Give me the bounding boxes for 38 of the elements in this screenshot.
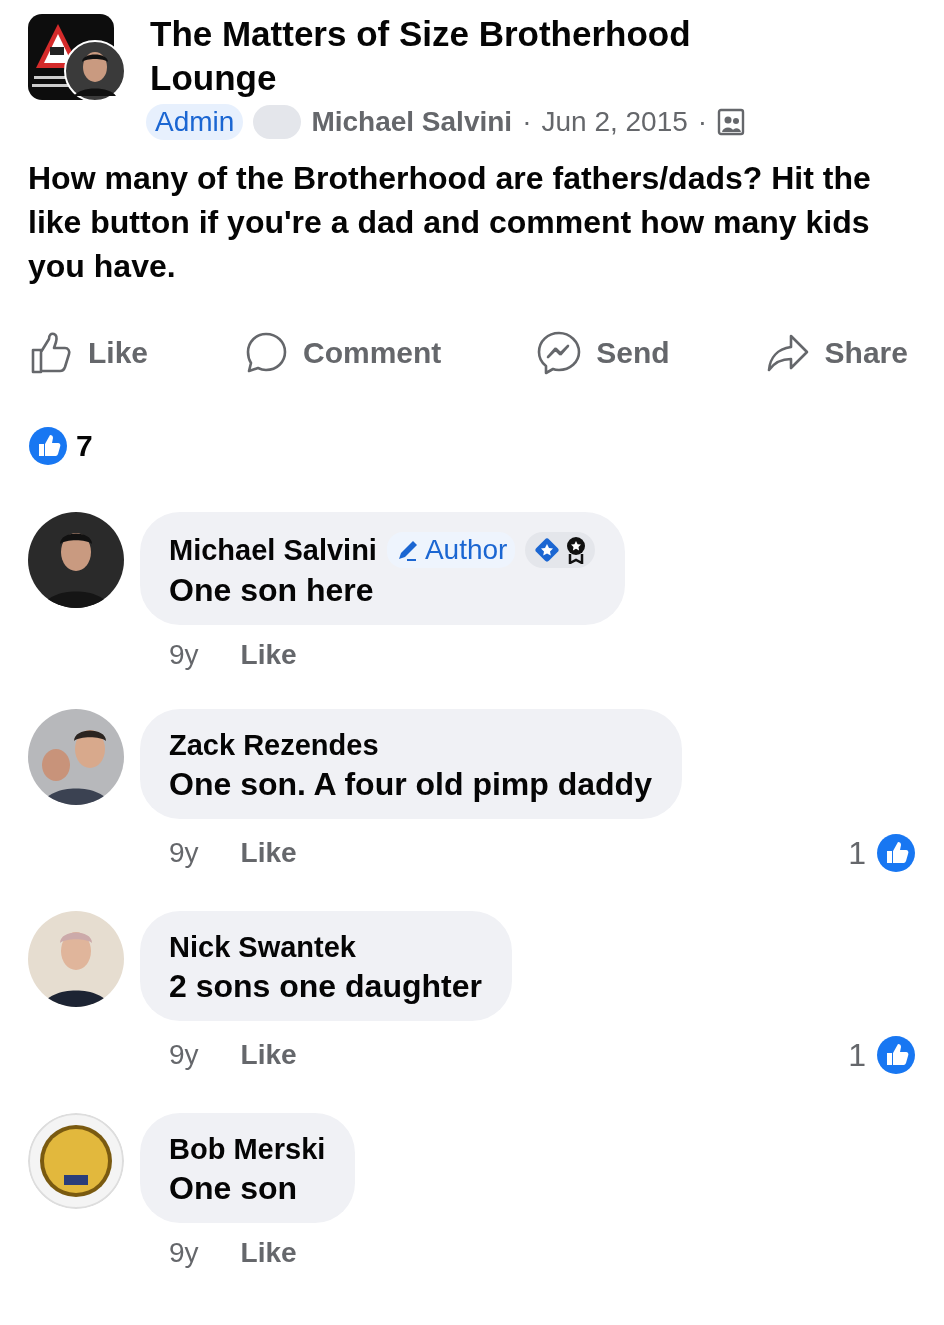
group-members-icon — [717, 108, 746, 136]
blank-chip — [253, 105, 302, 139]
like-link[interactable]: Like — [240, 1039, 297, 1071]
comment-button[interactable]: Comment — [243, 330, 442, 376]
comment-text: One son. A four old pimp daddy — [169, 766, 652, 803]
role-badge: Admin — [146, 104, 244, 140]
comment-text: 2 sons one daughter — [169, 968, 482, 1005]
like-count: 1 — [848, 1036, 866, 1074]
commenter-name[interactable]: Bob Merski — [169, 1133, 326, 1166]
share-button[interactable]: Share — [764, 330, 908, 376]
separator: · — [522, 106, 532, 138]
author-name[interactable]: Michael Salvini — [311, 106, 513, 138]
comment-time[interactable]: 9y — [169, 639, 199, 671]
group-name[interactable]: The Matters of Size Brotherhood Lounge — [150, 12, 790, 100]
reaction-count[interactable]: 7 — [76, 429, 93, 463]
post-date[interactable]: Jun 2, 2015 — [541, 106, 688, 138]
award-icon — [565, 536, 588, 564]
comment-text: One son here — [169, 572, 375, 609]
like-reaction-icon — [876, 833, 916, 873]
author-badge: Author — [386, 532, 516, 568]
commenter-name[interactable]: Nick Swantek — [169, 931, 356, 964]
like-link[interactable]: Like — [240, 1237, 297, 1269]
post-text: How many of the Brotherhood are fathers/dads? Hit the like button if you're a dad and comment how many kids you have. — [28, 159, 872, 286]
like-count: 1 — [848, 834, 866, 872]
commenter-name[interactable]: Zack Rezendes — [169, 729, 379, 762]
separator: · — [697, 106, 708, 138]
like-link[interactable]: Like — [240, 837, 297, 869]
like-button[interactable]: Like — [28, 330, 149, 376]
like-reaction-icon — [28, 426, 68, 466]
like-reaction-icon — [876, 1035, 916, 1075]
comment-text: One son — [169, 1170, 298, 1207]
commenter-name[interactable]: Michael Salvini — [169, 533, 377, 567]
comment-time[interactable]: 9y — [169, 1237, 199, 1269]
comment-time[interactable]: 9y — [169, 1039, 199, 1071]
messenger-icon — [536, 330, 583, 376]
send-button[interactable]: Send — [536, 330, 670, 376]
like-link[interactable]: Like — [240, 639, 297, 671]
comment-time[interactable]: 9y — [169, 837, 199, 869]
